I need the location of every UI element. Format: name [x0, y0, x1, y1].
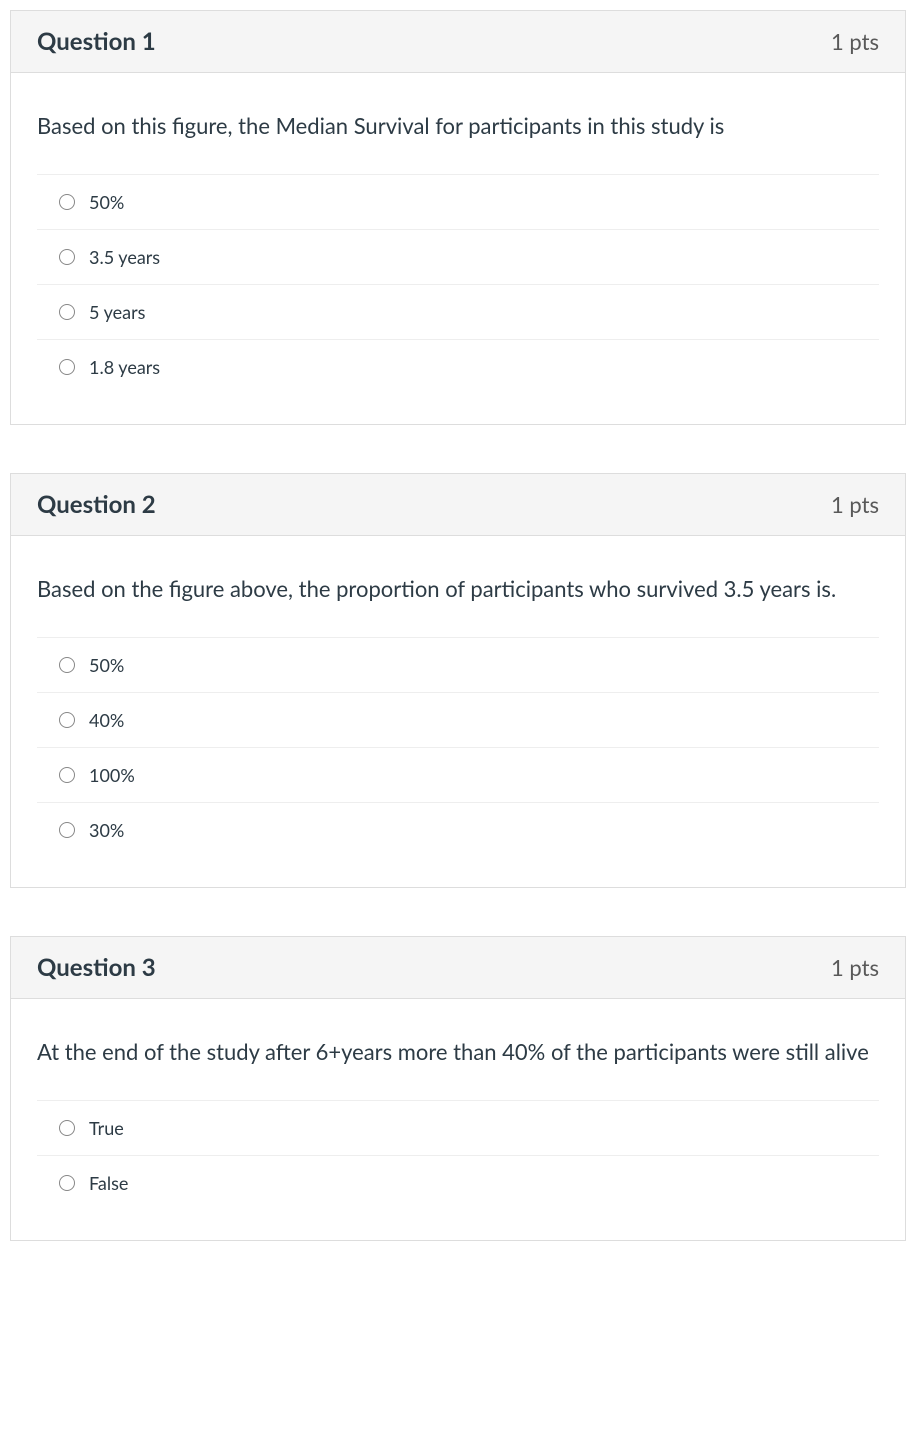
question-prompt: Based on the figure above, the proportio… — [37, 572, 879, 605]
question-body: Based on this figure, the Median Surviva… — [11, 73, 905, 424]
question-title: Question 2 — [37, 490, 156, 519]
option-label: 3.5 years — [89, 246, 160, 268]
question-card-3: Question 3 1 pts At the end of the study… — [10, 936, 906, 1241]
option-label: 100% — [89, 764, 135, 786]
option-row[interactable]: 100% — [37, 748, 879, 803]
option-row[interactable]: 50% — [37, 638, 879, 693]
option-row[interactable]: 1.8 years — [37, 340, 879, 394]
option-label: 50% — [89, 654, 124, 676]
option-label: 50% — [89, 191, 124, 213]
option-label: 1.8 years — [89, 356, 160, 378]
option-row[interactable]: False — [37, 1156, 879, 1210]
question-points: 1 pts — [831, 28, 879, 55]
question-body: Based on the figure above, the proportio… — [11, 536, 905, 887]
radio-input[interactable] — [59, 712, 75, 728]
question-header: Question 3 1 pts — [11, 937, 905, 999]
radio-input[interactable] — [59, 194, 75, 210]
option-label: 40% — [89, 709, 124, 731]
question-header: Question 1 1 pts — [11, 11, 905, 73]
radio-input[interactable] — [59, 359, 75, 375]
radio-input[interactable] — [59, 822, 75, 838]
option-label: 30% — [89, 819, 124, 841]
question-card-1: Question 1 1 pts Based on this figure, t… — [10, 10, 906, 425]
options-list: 50% 40% 100% 30% — [37, 637, 879, 857]
question-points: 1 pts — [831, 954, 879, 981]
options-list: 50% 3.5 years 5 years 1.8 years — [37, 174, 879, 394]
question-points: 1 pts — [831, 491, 879, 518]
question-card-2: Question 2 1 pts Based on the figure abo… — [10, 473, 906, 888]
question-title: Question 1 — [37, 27, 156, 56]
question-prompt: Based on this figure, the Median Surviva… — [37, 109, 879, 142]
question-title: Question 3 — [37, 953, 156, 982]
radio-input[interactable] — [59, 657, 75, 673]
options-list: True False — [37, 1100, 879, 1210]
option-row[interactable]: True — [37, 1101, 879, 1156]
option-row[interactable]: 5 years — [37, 285, 879, 340]
option-label: False — [89, 1172, 128, 1194]
radio-input[interactable] — [59, 767, 75, 783]
radio-input[interactable] — [59, 1120, 75, 1136]
option-row[interactable]: 50% — [37, 175, 879, 230]
radio-input[interactable] — [59, 249, 75, 265]
option-label: 5 years — [89, 301, 145, 323]
radio-input[interactable] — [59, 304, 75, 320]
option-row[interactable]: 3.5 years — [37, 230, 879, 285]
question-prompt: At the end of the study after 6+years mo… — [37, 1035, 879, 1068]
radio-input[interactable] — [59, 1175, 75, 1191]
option-label: True — [89, 1117, 124, 1139]
option-row[interactable]: 30% — [37, 803, 879, 857]
question-body: At the end of the study after 6+years mo… — [11, 999, 905, 1240]
option-row[interactable]: 40% — [37, 693, 879, 748]
question-header: Question 2 1 pts — [11, 474, 905, 536]
